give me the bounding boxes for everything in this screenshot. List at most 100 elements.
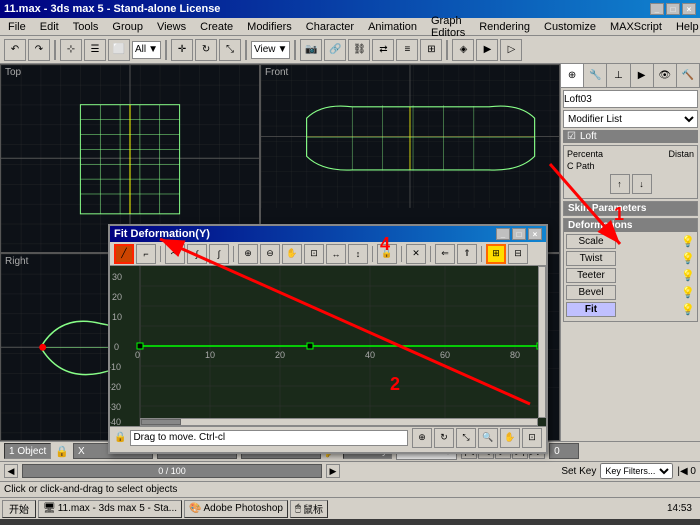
fit-status-input[interactable] xyxy=(130,430,408,446)
fit-pan-button[interactable]: ✋ xyxy=(282,244,302,264)
fit-canvas[interactable]: 30 20 10 0 -10 -20 -30 -40 0 10 20 40 60… xyxy=(110,266,546,426)
unlink-button[interactable]: ⛓ xyxy=(348,39,370,61)
taskbar-3dsmax[interactable]: 🖥 11.max - 3ds max 5 - Sta... xyxy=(38,500,182,518)
menu-customize[interactable]: Customize xyxy=(538,20,602,34)
modifier-list[interactable]: Modifier List xyxy=(563,110,698,128)
twist-button[interactable]: Twist xyxy=(566,251,616,266)
fit-pan-icon[interactable]: ✋ xyxy=(500,428,520,448)
next-frame-small[interactable]: ▶ xyxy=(326,464,340,478)
path-down-button[interactable]: ↓ xyxy=(632,174,652,194)
path-up-button[interactable]: ↑ xyxy=(610,174,630,194)
fit-fit2-icon[interactable]: ⊡ xyxy=(522,428,542,448)
menu-file[interactable]: File xyxy=(2,20,32,34)
fit-get-shape-button[interactable]: ⊞ xyxy=(486,244,506,264)
view-dropdown[interactable]: View▼ xyxy=(251,41,290,59)
tab-display[interactable]: 👁 xyxy=(654,64,677,87)
fit-light-icon[interactable]: 💡 xyxy=(681,303,695,316)
fit-dialog-close[interactable]: × xyxy=(528,228,542,240)
fit-canvas-scrollbar-h[interactable] xyxy=(140,418,538,426)
taskbar-photoshop[interactable]: 🎨 Adobe Photoshop xyxy=(184,500,288,518)
prev-frame-small[interactable]: ◀ xyxy=(4,464,18,478)
undo-button[interactable]: ↶ xyxy=(4,39,26,61)
quick-render-button[interactable]: ▷ xyxy=(500,39,522,61)
menu-rendering[interactable]: Rendering xyxy=(473,20,536,34)
menu-group[interactable]: Group xyxy=(106,20,149,34)
start-button[interactable]: 开始 xyxy=(2,500,36,518)
fit-mirror-v-button[interactable]: ⇑ xyxy=(457,244,477,264)
deformations-header[interactable]: Deformations xyxy=(564,219,697,232)
menu-tools[interactable]: Tools xyxy=(67,20,105,34)
fit-zoom-in-button[interactable]: ⊕ xyxy=(238,244,258,264)
menu-create[interactable]: Create xyxy=(194,20,239,34)
window-controls[interactable]: _ □ × xyxy=(650,3,696,15)
fit-zoom-out-button[interactable]: ⊖ xyxy=(260,244,280,264)
taskbar-mouse[interactable]: 🖱 鼠标 xyxy=(290,500,328,518)
teeter-button[interactable]: Teeter xyxy=(566,268,616,283)
lock-icon[interactable]: 🔒 xyxy=(55,445,69,458)
fit-dialog-title-bar[interactable]: Fit Deformation(Y) _ □ × xyxy=(110,226,546,242)
menu-maxscript[interactable]: MAXScript xyxy=(604,20,668,34)
fit-scale-icon[interactable]: ⤡ xyxy=(456,428,476,448)
fit-bezier-button[interactable]: ∫ xyxy=(187,244,207,264)
tab-modify[interactable]: 🔧 xyxy=(584,64,607,87)
redo-button[interactable]: ↷ xyxy=(28,39,50,61)
menu-help[interactable]: Help xyxy=(670,20,700,34)
menu-views[interactable]: Views xyxy=(151,20,192,34)
select-by-name-button[interactable]: ☰ xyxy=(84,39,106,61)
close-button[interactable]: × xyxy=(682,3,696,15)
rotate-button[interactable]: ↻ xyxy=(195,39,217,61)
tab-create[interactable]: ⊕ xyxy=(561,64,584,87)
fit-corner-button[interactable]: ⌐ xyxy=(136,244,156,264)
filter-dropdown[interactable]: All▼ xyxy=(132,41,161,59)
fit-dialog-controls[interactable]: _ □ × xyxy=(496,228,542,240)
fit-bezier2-button[interactable]: ∫ xyxy=(209,244,229,264)
fit-dialog-maximize[interactable]: □ xyxy=(512,228,526,240)
render-button[interactable]: ▶ xyxy=(476,39,498,61)
menu-animation[interactable]: Animation xyxy=(362,20,423,34)
fit-get-path-button[interactable]: ⊟ xyxy=(508,244,528,264)
skin-params-header[interactable]: Skin Parameters xyxy=(564,202,697,215)
fit-smooth-button[interactable]: 〜 xyxy=(165,244,185,264)
fit-mirror-h-button[interactable]: ⇐ xyxy=(435,244,455,264)
fit-move-icon[interactable]: ⊕ xyxy=(412,428,432,448)
fit-rotate-icon[interactable]: ↻ xyxy=(434,428,454,448)
fit-scrollbar-thumb-h[interactable] xyxy=(141,419,181,425)
scale-button[interactable]: ⤡ xyxy=(219,39,241,61)
fit-delete-button[interactable]: ✕ xyxy=(406,244,426,264)
mirror-button[interactable]: ⇄ xyxy=(372,39,394,61)
align-button[interactable]: ≡ xyxy=(396,39,418,61)
scale-button-deform[interactable]: Scale xyxy=(566,234,616,249)
fit-canvas-scrollbar-v[interactable] xyxy=(538,266,546,418)
teeter-light-icon[interactable]: 💡 xyxy=(681,269,695,282)
link-button[interactable]: 🔗 xyxy=(324,39,346,61)
fit-zoom-icon[interactable]: 🔍 xyxy=(478,428,498,448)
move-button[interactable]: ✛ xyxy=(171,39,193,61)
array-button[interactable]: ⊞ xyxy=(420,39,442,61)
fit-dialog-minimize[interactable]: _ xyxy=(496,228,510,240)
modifier-loft-item[interactable]: ☑ Loft xyxy=(563,130,698,143)
menu-modifiers[interactable]: Modifiers xyxy=(241,20,298,34)
minimize-button[interactable]: _ xyxy=(650,3,664,15)
key-filters-dropdown[interactable]: Key Filters... xyxy=(600,463,673,479)
material-editor-button[interactable]: ◈ xyxy=(452,39,474,61)
rect-select-button[interactable]: ⬜ xyxy=(108,39,130,61)
tab-motion[interactable]: ▶ xyxy=(631,64,654,87)
fit-fit-y-button[interactable]: ↕ xyxy=(348,244,368,264)
menu-graph-editors[interactable]: Graph Editors xyxy=(425,14,471,40)
camera-button[interactable]: 📷 xyxy=(300,39,322,61)
fit-button-deform[interactable]: Fit xyxy=(566,302,616,317)
object-name-field[interactable] xyxy=(563,90,698,108)
modifier-checkbox[interactable]: ☑ xyxy=(567,131,576,142)
fit-fit-x-button[interactable]: ↔ xyxy=(326,244,346,264)
tab-hierarchy[interactable]: ⊥ xyxy=(607,64,630,87)
tab-utilities[interactable]: 🔨 xyxy=(677,64,700,87)
progress-bar[interactable]: 0 / 100 xyxy=(22,464,322,478)
fit-fit-all-button[interactable]: ⊡ xyxy=(304,244,324,264)
twist-light-icon[interactable]: 💡 xyxy=(681,252,695,265)
fit-curve-button[interactable]: ╱ xyxy=(114,244,134,264)
select-button[interactable]: ⊹ xyxy=(60,39,82,61)
scale-light-icon[interactable]: 💡 xyxy=(681,235,695,248)
maximize-button[interactable]: □ xyxy=(666,3,680,15)
bevel-button[interactable]: Bevel xyxy=(566,285,616,300)
menu-edit[interactable]: Edit xyxy=(34,20,65,34)
